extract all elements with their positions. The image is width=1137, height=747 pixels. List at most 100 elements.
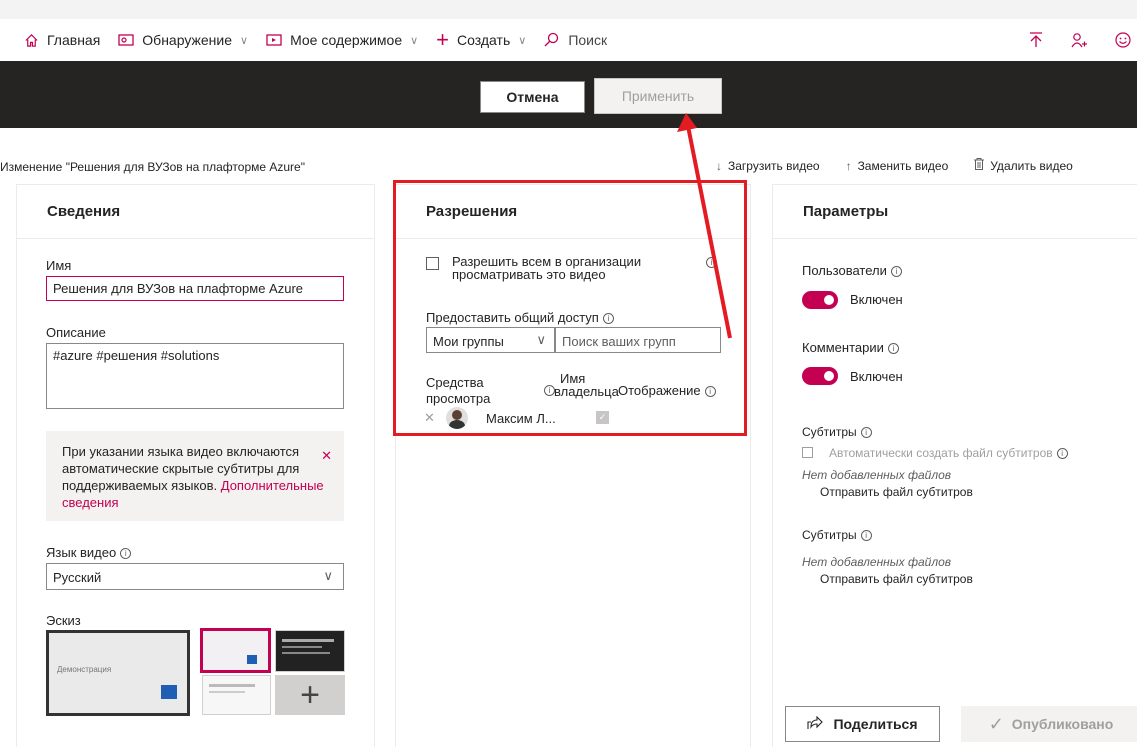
thumbnail-main-text: Демонстрация xyxy=(57,665,112,674)
comments-label: Комментарии i xyxy=(802,340,899,355)
comments-label-text: Комментарии xyxy=(802,340,884,355)
avatar-body-shape xyxy=(449,420,465,429)
apply-button[interactable]: Применить xyxy=(594,78,722,114)
thumbnail-option-document[interactable] xyxy=(202,675,271,715)
download-arrow-icon: ↓ xyxy=(716,158,722,173)
slide-text-line xyxy=(282,652,330,654)
subtitles-label-text: Субтитры xyxy=(802,425,857,439)
parameters-panel: Параметры Пользователи i Включен Коммента… xyxy=(772,184,1137,747)
nav-discover-label: Обнаружение xyxy=(142,32,232,48)
thumbnail-option-dark[interactable] xyxy=(275,630,345,672)
avatar-head-shape xyxy=(452,410,462,420)
video-icon xyxy=(266,33,282,47)
upload-arrow-icon: ↑ xyxy=(845,158,852,173)
nav-search-label: Поиск xyxy=(568,32,608,48)
info-icon[interactable]: i xyxy=(704,386,716,398)
parameters-heading: Параметры xyxy=(773,185,1137,239)
trash-icon xyxy=(974,158,985,173)
allow-all-label: Разрешить всем в организации просматрива… xyxy=(452,254,642,282)
auto-subtitles-label: Автоматически создать файл субтитров i xyxy=(829,446,1068,460)
published-button-label: Опубликовано xyxy=(1011,716,1114,732)
language-notice: При указании языка видео включаются авто… xyxy=(46,431,344,521)
video-toolbar: ↓ Загрузить видео ↑ Заменить видео Удали… xyxy=(716,158,1099,173)
add-thumbnail-button[interactable]: + xyxy=(275,675,345,715)
allow-all-checkbox[interactable] xyxy=(426,257,439,270)
browser-top-strip xyxy=(0,0,1137,19)
chevron-down-icon: ∨ xyxy=(323,568,333,583)
users-state: Включен xyxy=(850,292,903,307)
permissions-panel: Разрешения Разрешить всем в организации … xyxy=(395,184,751,747)
info-icon[interactable]: i xyxy=(120,548,132,560)
info-icon[interactable]: i xyxy=(887,343,899,355)
info-icon[interactable]: i xyxy=(602,313,614,325)
cancel-button[interactable]: Отмена xyxy=(480,81,585,113)
info-icon[interactable]: i xyxy=(1056,448,1068,460)
comments-toggle[interactable] xyxy=(802,367,838,385)
info-icon[interactable]: i xyxy=(860,530,872,542)
permission-row: ✕ Максим Л... ✓ xyxy=(424,407,724,429)
delete-video-label: Удалить видео xyxy=(990,158,1073,173)
upload-video-label: Загрузить видео xyxy=(728,158,820,173)
video-language-select[interactable]: Русский ∨ xyxy=(46,563,344,590)
permissions-heading: Разрешения xyxy=(396,185,750,239)
thumbnail-label: Эскиз xyxy=(46,613,81,628)
nav-home[interactable]: Главная xyxy=(24,32,100,48)
nav-discover[interactable]: Обнаружение ∨ xyxy=(118,32,248,48)
send-subtitles-link-2[interactable]: Отправить файл субтитров xyxy=(820,572,973,586)
nav-search[interactable]: Поиск xyxy=(544,32,607,48)
info-icon[interactable]: i xyxy=(706,257,717,268)
users-label-text: Пользователи xyxy=(802,263,887,278)
teams-logo-icon xyxy=(247,655,257,664)
subtitles-label-2-text: Субтитры xyxy=(802,528,857,542)
upload-video-button[interactable]: ↓ Загрузить видео xyxy=(716,158,820,173)
owner-column-header: Имя владельца xyxy=(554,371,619,399)
display-column-header-text: Отображение xyxy=(618,383,701,398)
thumbnail-option-selected[interactable] xyxy=(200,628,271,673)
no-files-text: Нет добавленных файлов xyxy=(802,468,952,482)
nav-create[interactable]: + Создать ∨ xyxy=(436,27,526,53)
info-icon[interactable]: i xyxy=(890,266,902,278)
smiley-icon[interactable] xyxy=(1115,32,1131,48)
owner-name: Максим Л... xyxy=(486,411,556,426)
users-toggle[interactable] xyxy=(802,291,838,309)
close-icon[interactable]: ✕ xyxy=(321,447,332,464)
nav-my-content[interactable]: Мое содержимое ∨ xyxy=(266,32,418,48)
viewers-column-header: Средства просмотра xyxy=(426,375,491,406)
delete-video-button[interactable]: Удалить видео xyxy=(974,158,1073,173)
add-person-icon[interactable] xyxy=(1071,32,1087,48)
comments-state: Включен xyxy=(850,369,903,384)
nav-home-label: Главная xyxy=(47,32,101,48)
nav-create-label: Создать xyxy=(457,32,511,48)
share-button-label: Поделиться xyxy=(833,716,918,732)
groups-select[interactable]: Мои группы ∨ xyxy=(426,327,555,353)
chevron-down-icon: ∨ xyxy=(240,34,249,47)
action-bar: Отмена Применить xyxy=(0,61,1137,128)
slide-text-line xyxy=(282,639,334,642)
avatar xyxy=(446,407,468,429)
display-checkbox[interactable]: ✓ xyxy=(596,411,609,424)
video-language-label-text: Язык видео xyxy=(46,545,117,560)
display-column-header: Отображение i xyxy=(618,383,716,398)
description-label: Описание xyxy=(46,325,106,340)
top-navigation: Главная Обнаружение ∨ Мое содержимое ∨ +… xyxy=(0,19,1137,61)
auto-subtitles-checkbox[interactable] xyxy=(802,447,813,458)
group-search-input[interactable]: Поиск ваших групп xyxy=(555,327,721,353)
share-button[interactable]: Поделиться xyxy=(785,706,940,742)
share-label: Предоставить общий доступ i xyxy=(426,310,614,325)
close-icon[interactable]: ✕ xyxy=(424,410,435,426)
slide-text-line xyxy=(209,684,255,687)
replace-video-label: Заменить видео xyxy=(857,158,949,173)
published-button[interactable]: ✓ Опубликовано xyxy=(961,706,1137,742)
home-icon xyxy=(24,33,39,48)
upload-icon[interactable] xyxy=(1029,32,1043,48)
users-label: Пользователи i xyxy=(802,263,902,278)
name-input[interactable]: Решения для ВУЗов на плафторме Azure xyxy=(46,276,344,301)
replace-video-button[interactable]: ↑ Заменить видео xyxy=(846,158,949,173)
plus-icon: + xyxy=(436,27,450,52)
thumbnail-main[interactable]: Демонстрация xyxy=(46,630,190,716)
description-textarea[interactable]: #azure #решения #solutions xyxy=(46,343,344,409)
info-icon[interactable]: i xyxy=(860,427,872,439)
slide-text-line xyxy=(209,691,245,693)
subtitles-label-2: Субтитры i xyxy=(802,528,872,542)
send-subtitles-link[interactable]: Отправить файл субтитров xyxy=(820,485,973,499)
